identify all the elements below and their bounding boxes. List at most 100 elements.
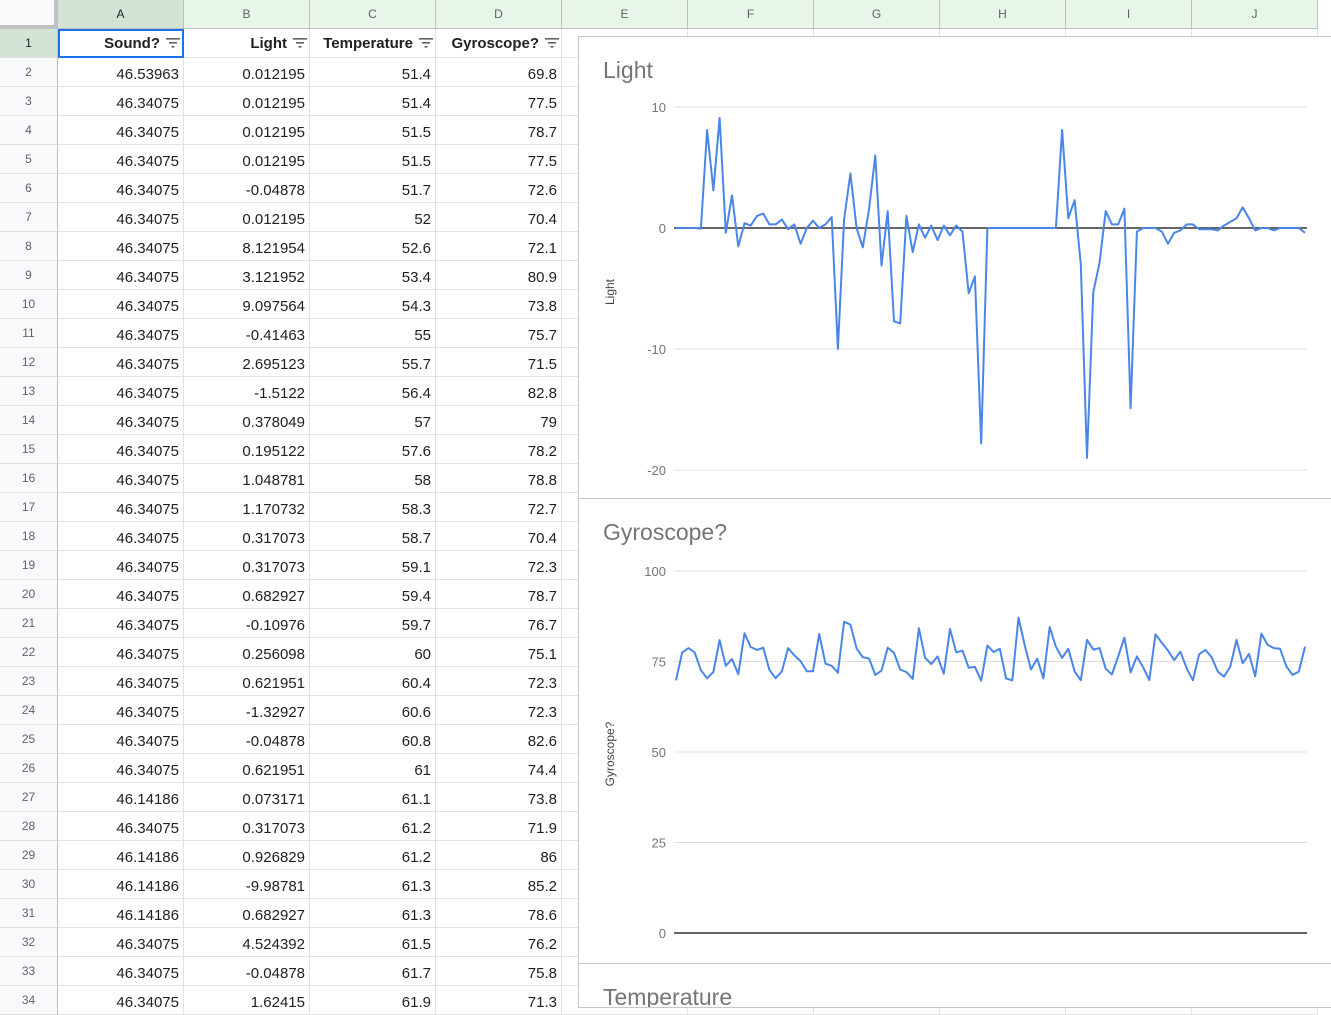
data-cell[interactable]: 46.34075 <box>58 580 184 609</box>
data-cell[interactable]: 46.34075 <box>58 522 184 551</box>
data-cell[interactable]: 46.14186 <box>58 783 184 812</box>
data-cell[interactable]: 46.34075 <box>58 116 184 145</box>
row-header-31[interactable]: 31 <box>0 899 58 928</box>
row-header-20[interactable]: 20 <box>0 580 58 609</box>
data-cell[interactable]: 78.7 <box>436 116 562 145</box>
data-cell[interactable]: 0.682927 <box>184 899 310 928</box>
data-cell[interactable]: 46.34075 <box>58 87 184 116</box>
data-cell[interactable]: 46.53963 <box>58 58 184 87</box>
data-cell[interactable]: 46.34075 <box>58 406 184 435</box>
data-cell[interactable]: 46.34075 <box>58 551 184 580</box>
data-cell[interactable]: 76.2 <box>436 928 562 957</box>
data-cell[interactable]: 46.34075 <box>58 464 184 493</box>
data-cell[interactable]: 79 <box>436 406 562 435</box>
data-cell[interactable]: 73.8 <box>436 783 562 812</box>
data-cell[interactable]: 71.9 <box>436 812 562 841</box>
data-cell[interactable]: 2.695123 <box>184 348 310 377</box>
row-header-7[interactable]: 7 <box>0 203 58 232</box>
data-cell[interactable]: -1.32927 <box>184 696 310 725</box>
data-cell[interactable]: 52.6 <box>310 232 436 261</box>
data-cell[interactable]: 46.34075 <box>58 174 184 203</box>
row-header-21[interactable]: 21 <box>0 609 58 638</box>
data-cell[interactable]: 56.4 <box>310 377 436 406</box>
column-header-f[interactable]: F <box>688 0 814 29</box>
row-header-12[interactable]: 12 <box>0 348 58 377</box>
data-cell[interactable]: 0.195122 <box>184 435 310 464</box>
data-cell[interactable]: 46.34075 <box>58 725 184 754</box>
data-cell[interactable]: 60.4 <box>310 667 436 696</box>
row-header-3[interactable]: 3 <box>0 87 58 116</box>
row-header-23[interactable]: 23 <box>0 667 58 696</box>
column-header-e[interactable]: E <box>562 0 688 29</box>
data-cell[interactable]: 60.8 <box>310 725 436 754</box>
data-cell[interactable]: 72.3 <box>436 696 562 725</box>
data-cell[interactable]: 46.14186 <box>58 870 184 899</box>
data-cell[interactable]: 0.317073 <box>184 522 310 551</box>
data-cell[interactable]: 0.256098 <box>184 638 310 667</box>
light-chart[interactable]: Light Light 10 0 -10 -20 <box>578 36 1331 499</box>
data-cell[interactable]: 51.4 <box>310 58 436 87</box>
row-header-25[interactable]: 25 <box>0 725 58 754</box>
header-cell-c[interactable]: Temperature <box>310 29 436 58</box>
data-cell[interactable]: 61.5 <box>310 928 436 957</box>
data-cell[interactable]: -0.04878 <box>184 957 310 986</box>
data-cell[interactable]: 46.14186 <box>58 841 184 870</box>
row-header-28[interactable]: 28 <box>0 812 58 841</box>
data-cell[interactable]: -1.5122 <box>184 377 310 406</box>
data-cell[interactable]: 58 <box>310 464 436 493</box>
row-header-14[interactable]: 14 <box>0 406 58 435</box>
data-cell[interactable]: 78.7 <box>436 580 562 609</box>
data-cell[interactable]: 4.524392 <box>184 928 310 957</box>
data-cell[interactable]: 53.4 <box>310 261 436 290</box>
data-cell[interactable]: 0.317073 <box>184 551 310 580</box>
data-cell[interactable]: 60.6 <box>310 696 436 725</box>
data-cell[interactable]: 46.34075 <box>58 232 184 261</box>
row-header-8[interactable]: 8 <box>0 232 58 261</box>
data-cell[interactable]: 0.012195 <box>184 116 310 145</box>
data-cell[interactable]: 77.5 <box>436 87 562 116</box>
row-header-11[interactable]: 11 <box>0 319 58 348</box>
column-header-j[interactable]: J <box>1192 0 1318 29</box>
data-cell[interactable]: 59.7 <box>310 609 436 638</box>
data-cell[interactable]: 51.4 <box>310 87 436 116</box>
data-cell[interactable]: -0.04878 <box>184 174 310 203</box>
data-cell[interactable]: 70.4 <box>436 203 562 232</box>
data-cell[interactable]: 46.34075 <box>58 957 184 986</box>
data-cell[interactable]: 46.34075 <box>58 609 184 638</box>
filter-icon[interactable] <box>419 35 433 52</box>
data-cell[interactable]: 71.5 <box>436 348 562 377</box>
column-header-a[interactable]: A <box>58 0 184 29</box>
data-cell[interactable]: 1.048781 <box>184 464 310 493</box>
data-cell[interactable]: 82.6 <box>436 725 562 754</box>
data-cell[interactable]: 51.7 <box>310 174 436 203</box>
data-cell[interactable]: 0.012195 <box>184 87 310 116</box>
row-header-17[interactable]: 17 <box>0 493 58 522</box>
gyroscope-chart[interactable]: Gyroscope? Gyroscope? 100 75 50 25 0 <box>578 498 1331 964</box>
data-cell[interactable]: 46.34075 <box>58 377 184 406</box>
row-header-18[interactable]: 18 <box>0 522 58 551</box>
data-cell[interactable]: 46.34075 <box>58 261 184 290</box>
data-cell[interactable]: 59.1 <box>310 551 436 580</box>
data-cell[interactable]: 46.34075 <box>58 435 184 464</box>
select-all-corner[interactable] <box>0 0 58 29</box>
data-cell[interactable]: 58.3 <box>310 493 436 522</box>
column-header-g[interactable]: G <box>814 0 940 29</box>
row-header-5[interactable]: 5 <box>0 145 58 174</box>
row-header-29[interactable]: 29 <box>0 841 58 870</box>
data-cell[interactable]: 46.34075 <box>58 986 184 1015</box>
data-cell[interactable]: 77.5 <box>436 145 562 174</box>
data-cell[interactable]: 1.170732 <box>184 493 310 522</box>
data-cell[interactable]: 0.621951 <box>184 754 310 783</box>
filter-icon[interactable] <box>545 35 559 52</box>
filter-icon[interactable] <box>166 35 180 52</box>
data-cell[interactable]: 72.6 <box>436 174 562 203</box>
data-cell[interactable]: 61.2 <box>310 841 436 870</box>
filter-icon[interactable] <box>293 35 307 52</box>
data-cell[interactable]: 61.3 <box>310 899 436 928</box>
data-cell[interactable]: 1.62415 <box>184 986 310 1015</box>
data-cell[interactable]: 55 <box>310 319 436 348</box>
row-header-1[interactable]: 1 <box>0 29 58 58</box>
row-header-6[interactable]: 6 <box>0 174 58 203</box>
data-cell[interactable]: 76.7 <box>436 609 562 638</box>
data-cell[interactable]: 72.7 <box>436 493 562 522</box>
